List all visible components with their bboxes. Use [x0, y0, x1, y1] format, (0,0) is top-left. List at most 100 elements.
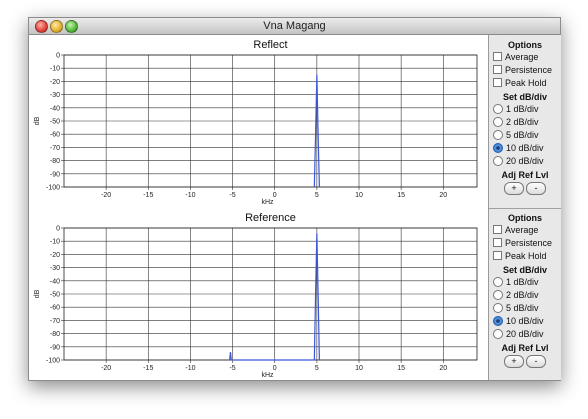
radio-icon[interactable] — [493, 116, 503, 127]
x-tick-label: -5 — [229, 192, 235, 199]
average-checkbox[interactable]: Average — [489, 50, 561, 63]
persistence-checkbox[interactable]: Persistence — [489, 236, 561, 249]
y-tick-label: -10 — [50, 239, 60, 246]
y-tick-label: -20 — [50, 252, 60, 259]
checkbox-label: Average — [505, 224, 539, 235]
x-tick-label: 0 — [273, 365, 277, 372]
window-title: Vna Magang — [263, 20, 326, 32]
options-heading: Options — [508, 213, 542, 223]
checkbox-icon[interactable] — [493, 52, 502, 61]
ref-level-plus-button[interactable]: + — [504, 355, 524, 368]
checkbox-icon[interactable] — [493, 238, 502, 247]
x-tick-label: -15 — [143, 192, 153, 199]
radio-5-db-div[interactable]: 5 dB/div — [489, 128, 561, 141]
radio-label: 1 dB/div — [506, 276, 539, 287]
adj-ref-lvl-heading: Adj Ref Lvl — [501, 343, 549, 353]
x-tick-label: 10 — [355, 365, 363, 372]
radio-label: 10 dB/div — [506, 315, 544, 326]
checkbox-label: Peak Hold — [505, 250, 547, 261]
set-db-div-heading: Set dB/div — [502, 265, 547, 275]
y-tick-label: -40 — [50, 278, 60, 285]
x-tick-label: -20 — [101, 192, 111, 199]
reflect-options-panel: Options Average Persistence Peak Hold Se… — [489, 40, 561, 195]
y-tick-label: -30 — [50, 92, 60, 99]
plots-area: Reflect 0 -10 -20 -30 -40 -50 -60 -70 -80 -90 -100-… — [29, 35, 487, 380]
checkbox-label: Peak Hold — [505, 77, 547, 88]
y-tick-label: -70 — [50, 318, 60, 325]
radio-icon[interactable] — [493, 155, 503, 166]
y-tick-label: -20 — [50, 79, 60, 86]
radio-label: 20 dB/div — [506, 328, 544, 339]
y-tick-label: -80 — [50, 158, 60, 165]
title-bar[interactable]: Vna Magang — [29, 18, 560, 35]
y-axis-label: dB — [34, 289, 41, 298]
radio-1-db-div[interactable]: 1 dB/div — [489, 275, 561, 288]
chart-title: Reflect — [253, 39, 287, 51]
radio-label: 5 dB/div — [506, 302, 539, 313]
average-checkbox[interactable]: Average — [489, 223, 561, 236]
radio-selected-icon[interactable] — [493, 315, 503, 326]
x-axis-label: kHz — [261, 199, 274, 206]
y-tick-label: -60 — [50, 305, 60, 312]
set-db-div-heading: Set dB/div — [502, 92, 547, 102]
radio-20-db-div[interactable]: 20 dB/div — [489, 327, 561, 340]
radio-selected-icon[interactable] — [493, 142, 503, 153]
x-tick-label: 15 — [397, 192, 405, 199]
ref-level-minus-button[interactable]: - — [526, 355, 546, 368]
radio-2-db-div[interactable]: 2 dB/div — [489, 115, 561, 128]
peak-hold-checkbox[interactable]: Peak Hold — [489, 249, 561, 262]
radio-2-db-div[interactable]: 2 dB/div — [489, 288, 561, 301]
y-tick-label: -90 — [50, 171, 60, 178]
reference-options-panel: Options Average Persistence Peak Hold Se… — [489, 213, 561, 368]
panel-divider — [489, 208, 561, 209]
x-tick-label: -5 — [229, 365, 235, 372]
checkbox-icon[interactable] — [493, 225, 502, 234]
radio-20-db-div[interactable]: 20 dB/div — [489, 154, 561, 167]
chart-title: Reference — [245, 212, 296, 224]
reference-chart: Reference0-10-20-30-40-50-60-70-80-90-10… — [34, 212, 478, 379]
radio-label: 1 dB/div — [506, 103, 539, 114]
x-tick-label: 20 — [439, 365, 447, 372]
radio-icon[interactable] — [493, 289, 503, 300]
persistence-checkbox[interactable]: Persistence — [489, 63, 561, 76]
radio-icon[interactable] — [493, 129, 503, 140]
radio-icon[interactable] — [493, 276, 503, 287]
x-tick-label: -15 — [143, 365, 153, 372]
x-tick-label: 5 — [315, 365, 319, 372]
radio-label: 2 dB/div — [506, 289, 539, 300]
ref-level-plus-button[interactable]: + — [504, 182, 524, 195]
checkbox-icon[interactable] — [493, 78, 502, 87]
x-axis-label: kHz — [261, 372, 274, 379]
checkbox-icon[interactable] — [493, 251, 502, 260]
ref-level-minus-button[interactable]: - — [526, 182, 546, 195]
radio-label: 10 dB/div — [506, 142, 544, 153]
checkbox-icon[interactable] — [493, 65, 502, 74]
adj-ref-lvl-heading: Adj Ref Lvl — [501, 170, 549, 180]
radio-10-db-div[interactable]: 10 dB/div — [489, 314, 561, 327]
checkbox-label: Average — [505, 51, 539, 62]
radio-1-db-div[interactable]: 1 dB/div — [489, 102, 561, 115]
radio-10-db-div[interactable]: 10 dB/div — [489, 141, 561, 154]
x-tick-label: 0 — [273, 192, 277, 199]
y-tick-label: 0 — [56, 53, 60, 60]
radio-icon[interactable] — [493, 103, 503, 114]
y-tick-label: -100 — [46, 185, 60, 192]
peak-hold-checkbox[interactable]: Peak Hold — [489, 76, 561, 89]
radio-label: 20 dB/div — [506, 155, 544, 166]
y-tick-label: -80 — [50, 331, 60, 338]
y-axis-label: dB — [34, 116, 41, 125]
radio-icon[interactable] — [493, 302, 503, 313]
x-tick-label: 10 — [355, 192, 363, 199]
y-tick-label: 0 — [56, 226, 60, 233]
y-tick-label: -10 — [50, 66, 60, 73]
x-tick-label: -20 — [101, 365, 111, 372]
radio-5-db-div[interactable]: 5 dB/div — [489, 301, 561, 314]
reflect-chart: Reflect0-10-20-30-40-50-60-70-80-90-100-… — [34, 39, 478, 206]
checkbox-label: Persistence — [505, 237, 553, 248]
x-tick-label: 20 — [439, 192, 447, 199]
radio-icon[interactable] — [493, 328, 503, 339]
y-tick-label: -60 — [50, 132, 60, 139]
y-tick-label: -40 — [50, 105, 60, 112]
options-sidebar: Options Average Persistence Peak Hold Se… — [488, 35, 561, 380]
y-tick-label: -90 — [50, 344, 60, 351]
